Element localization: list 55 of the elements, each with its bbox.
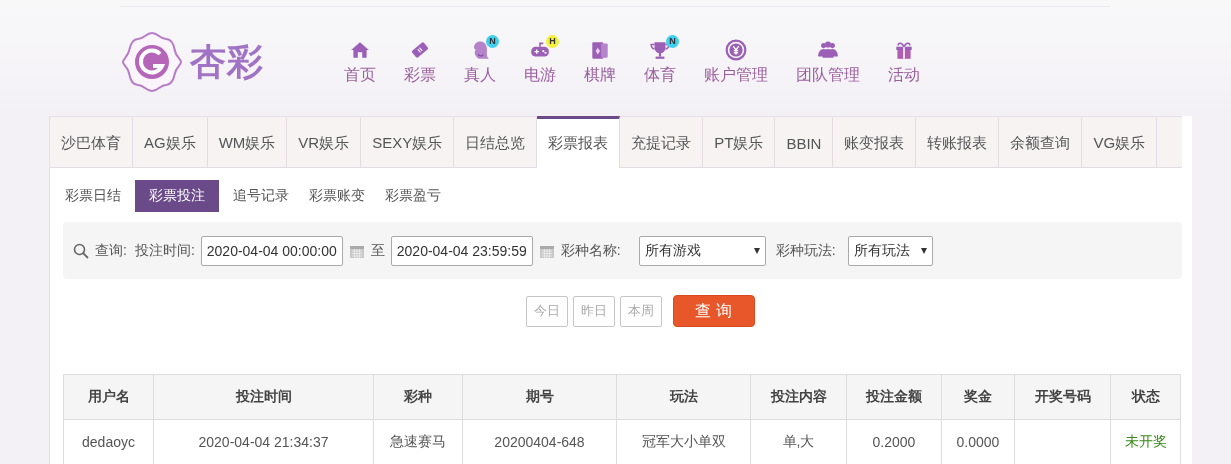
- report-tab[interactable]: WM娱乐: [207, 116, 288, 167]
- end-date-field[interactable]: 2020-04-04 23:59:59: [390, 235, 533, 266]
- game-select[interactable]: 所有游戏: [638, 235, 766, 266]
- nav-item[interactable]: 彩票: [390, 38, 450, 86]
- sub-tab[interactable]: 彩票日结: [55, 180, 131, 212]
- report-tab[interactable]: PT娱乐: [703, 116, 776, 167]
- to-label: 至: [370, 241, 385, 260]
- logo-icon: [120, 30, 184, 94]
- play-label: 彩种玩法:: [775, 241, 836, 260]
- column-header: 用户名: [63, 374, 154, 420]
- sub-tab[interactable]: 彩票投注: [135, 180, 219, 212]
- column-header: 投注内容: [750, 374, 847, 420]
- column-header: 玩法: [616, 374, 751, 420]
- nav-badge: N: [666, 34, 679, 48]
- report-tab[interactable]: 余额查询: [999, 116, 1083, 167]
- people-icon: [817, 38, 839, 61]
- query-label: 查询:: [95, 241, 127, 260]
- nav-item[interactable]: 首页: [330, 38, 390, 86]
- nav-item[interactable]: 棋牌: [570, 38, 630, 86]
- column-header: 状态: [1110, 374, 1181, 420]
- report-tab[interactable]: 转账报表: [916, 116, 1000, 167]
- caret-icon: [753, 247, 760, 254]
- search-button[interactable]: 查 询: [672, 295, 755, 327]
- report-tab[interactable]: 彩票报表: [537, 116, 621, 168]
- column-header: 投注时间: [153, 374, 374, 420]
- game-label: 彩种名称:: [560, 241, 621, 260]
- report-tab[interactable]: 账变报表: [833, 116, 917, 167]
- sub-tab[interactable]: 彩票账变: [299, 180, 375, 212]
- report-tab[interactable]: 充提记录: [620, 116, 704, 167]
- report-tab[interactable]: VG娱乐: [1082, 116, 1158, 167]
- column-header: 彩种: [373, 374, 463, 420]
- report-tab[interactable]: BBIN: [775, 116, 834, 167]
- yuan-coin-icon: [725, 38, 747, 61]
- nav-badge: N: [486, 34, 499, 48]
- nav-badge: H: [546, 34, 559, 48]
- nav-item[interactable]: 账户管理: [690, 38, 782, 86]
- nav-item[interactable]: 活动: [874, 38, 934, 86]
- report-tab[interactable]: AG娱乐: [133, 116, 208, 167]
- column-header: 期号: [462, 374, 617, 420]
- table-cell: dedaoyc: [63, 419, 154, 464]
- sub-tab[interactable]: 追号记录: [223, 180, 299, 212]
- search-icon: [73, 242, 89, 259]
- column-header: 投注金额: [846, 374, 942, 420]
- time-label: 投注时间:: [134, 241, 195, 260]
- report-tab[interactable]: SEXY娱乐: [361, 116, 455, 167]
- column-header: 奖金: [941, 374, 1015, 420]
- start-date-field[interactable]: 2020-04-04 00:00:00: [200, 235, 343, 266]
- report-tab[interactable]: 沙巴体育: [50, 116, 133, 167]
- sub-tab[interactable]: 彩票盈亏: [375, 180, 451, 212]
- logo-text: 杏彩: [190, 38, 264, 84]
- nav-item[interactable]: 团队管理: [782, 38, 874, 86]
- column-header: 开奖号码: [1014, 374, 1111, 420]
- play-select[interactable]: 所有玩法: [847, 235, 933, 266]
- caret-icon: [920, 247, 927, 254]
- report-tab[interactable]: VR娱乐: [287, 116, 362, 167]
